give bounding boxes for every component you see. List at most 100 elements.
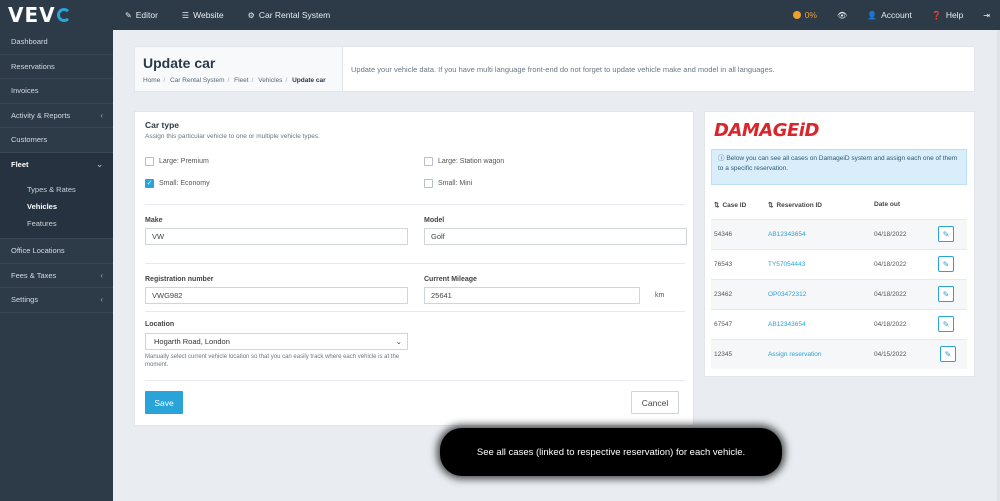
sidebar-item-dashboard[interactable]: Dashboard [0, 30, 113, 55]
top-bar: VEV ✎ Editor ☰ Website ⚙ Car Rental System … [0, 0, 1000, 30]
nav-editor[interactable]: ✎ Editor [113, 0, 170, 30]
logout-icon: ⇥ [983, 10, 990, 20]
breadcrumb-home[interactable]: Home [143, 77, 160, 84]
table-row: 54346 AB12343654 04/18/2022 ✎ [711, 219, 967, 249]
case-id: 12345 [714, 351, 733, 358]
sidebar-item-label: Customers [11, 135, 48, 145]
date-out: 04/18/2022 [874, 231, 907, 238]
column-header-label: Date out [874, 201, 900, 208]
breadcrumb-car-rental[interactable]: Car Rental System [170, 77, 225, 84]
divider [145, 263, 685, 264]
edit-icon[interactable]: ✎ [938, 316, 954, 332]
location-label: Location [145, 321, 175, 328]
breadcrumb-fleet[interactable]: Fleet [234, 77, 248, 84]
top-right: 0% 👁 👤 Account ❓ Help ⇥ [783, 0, 1000, 30]
checkbox-label: Large: Station wagon [438, 158, 505, 165]
nav-car-rental-system[interactable]: ⚙ Car Rental System [236, 0, 343, 30]
gear-icon: ⚙ [247, 10, 255, 20]
sidebar-item-label: Activity & Reports [11, 110, 71, 120]
location-help: Manually select current vehicle location… [145, 354, 400, 369]
logo[interactable]: VEV [0, 0, 113, 30]
chevron-left-icon: ‹ [100, 295, 103, 305]
sidebar-item-office-locations[interactable]: Office Locations [0, 239, 113, 264]
page-header-left: Update car Home / Car Rental System / Flee… [135, 47, 343, 91]
column-reservation-id[interactable]: ⇅ Reservation ID [768, 201, 822, 210]
reservation-link[interactable]: OP03472312 [768, 291, 806, 298]
cancel-button[interactable]: Cancel [631, 391, 679, 414]
sidebar-item-customers[interactable]: Customers [0, 128, 113, 153]
page-header: Update car Home / Car Rental System / Flee… [134, 46, 975, 92]
breadcrumb-current: Update car [292, 77, 326, 84]
location-select[interactable]: Hogarth Road, London ⌄ [145, 333, 408, 350]
breadcrumb: Home / Car Rental System / Fleet / Vehicles… [143, 77, 334, 84]
checkmark-icon: ✓ [145, 179, 154, 188]
reservation-link[interactable]: TY57054443 [768, 261, 805, 268]
model-label: Model [424, 217, 445, 224]
sidebar-sub-features[interactable]: Features [0, 215, 113, 232]
breadcrumb-separator: / [251, 77, 254, 84]
sidebar-item-settings[interactable]: Settings ‹ [0, 288, 113, 313]
logout-button[interactable]: ⇥ [973, 0, 1000, 30]
pencil-icon: ✎ [125, 10, 132, 20]
progress-icon [792, 11, 801, 19]
checkbox-small-economy[interactable]: ✓ Small: Economy [145, 179, 210, 188]
edit-icon[interactable]: ✎ [940, 346, 956, 362]
assign-reservation-link[interactable]: Assign reservation [768, 351, 821, 358]
sidebar-item-label: Office Locations [11, 246, 65, 256]
account-menu[interactable]: 👤 Account [857, 0, 922, 30]
damageid-logo-id: iD [798, 120, 820, 141]
edit-icon[interactable]: ✎ [938, 226, 954, 242]
save-button[interactable]: Save [145, 391, 183, 414]
sidebar-item-fleet[interactable]: Fleet ⌄ [0, 152, 113, 177]
mileage-input[interactable]: 25641 [424, 287, 640, 304]
divider [145, 204, 685, 205]
checkbox-box [424, 179, 433, 188]
preview-button[interactable]: 👁 [827, 0, 857, 30]
tooltip: See all cases (linked to respective rese… [440, 428, 782, 476]
checkbox-label: Small: Mini [438, 180, 473, 187]
car-type-subtitle: Assign this particular vehicle to one or… [145, 133, 320, 140]
logo-text: VEV [8, 3, 56, 27]
case-id: 23462 [714, 291, 733, 298]
registration-input[interactable]: VWG982 [145, 287, 408, 304]
car-type-title: Car type [145, 120, 180, 130]
edit-icon[interactable]: ✎ [938, 286, 954, 302]
nav-website[interactable]: ☰ Website [170, 0, 236, 30]
help-menu[interactable]: ❓ Help [922, 0, 973, 30]
breadcrumb-separator: / [163, 77, 166, 84]
sidebar-item-invoices[interactable]: Invoices [0, 79, 113, 104]
sidebar-item-activity-reports[interactable]: Activity & Reports ‹ [0, 104, 113, 128]
sidebar-item-label: Dashboard [11, 37, 48, 47]
reservation-link[interactable]: AB12343654 [768, 321, 806, 328]
mileage-label: Current Mileage [424, 276, 477, 283]
sidebar-item-label: Fleet [11, 160, 29, 170]
model-input[interactable]: Golf [424, 228, 687, 245]
sidebar-sub-types-rates[interactable]: Types & Rates [0, 181, 113, 198]
sidebar-item-label: Invoices [11, 86, 39, 96]
sidebar-sub-vehicles[interactable]: Vehicles [0, 198, 113, 215]
divider [145, 311, 685, 312]
fleet-submenu: Types & Rates Vehicles Features [0, 177, 113, 239]
nav-website-label: Website [193, 10, 224, 20]
make-label: Make [145, 217, 163, 224]
column-case-id[interactable]: ⇅ Case ID [714, 201, 747, 210]
table-row: 12345 Assign reservation 04/15/2022 ✎ [711, 339, 967, 369]
sidebar-item-fees-taxes[interactable]: Fees & Taxes ‹ [0, 264, 113, 288]
sidebar-item-reservations[interactable]: Reservations [0, 55, 113, 79]
progress-indicator[interactable]: 0% [783, 0, 827, 30]
column-header-label: Case ID [722, 201, 747, 209]
make-input[interactable]: VW [145, 228, 408, 245]
nav-editor-label: Editor [135, 10, 158, 20]
checkbox-box [145, 157, 154, 166]
damageid-logo-text: DAMAGE [714, 120, 799, 141]
sidebar-item-label: Reservations [11, 61, 55, 71]
edit-icon[interactable]: ✎ [938, 256, 954, 272]
help-label: Help [945, 10, 964, 20]
sidebar-item-label: Fees & Taxes [11, 270, 57, 280]
damageid-info-text: Below you can see all cases on DamageiD … [718, 155, 958, 172]
checkbox-small-mini[interactable]: Small: Mini [424, 179, 472, 188]
breadcrumb-vehicles[interactable]: Vehicles [258, 77, 282, 84]
checkbox-large-station-wagon[interactable]: Large: Station wagon [424, 157, 504, 166]
reservation-link[interactable]: AB12343654 [768, 231, 806, 238]
checkbox-large-premium[interactable]: Large: Premium [145, 157, 209, 166]
